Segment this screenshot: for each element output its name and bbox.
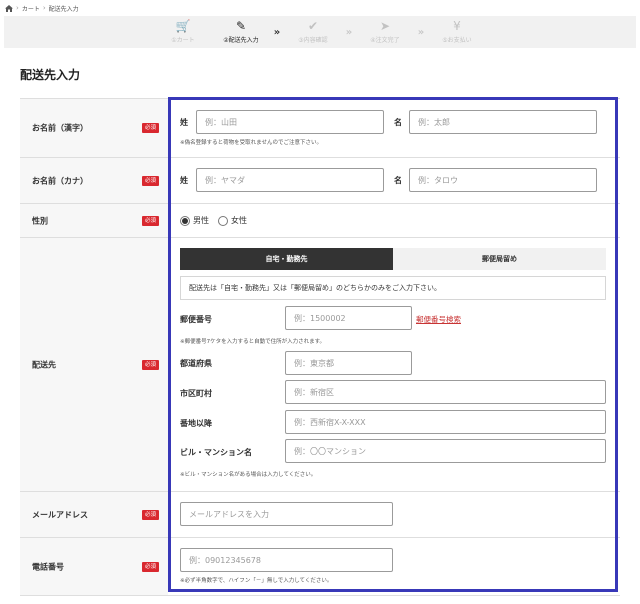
home-icon[interactable] (5, 4, 13, 12)
breadcrumb-current: 配送先入力 (48, 5, 79, 13)
prefecture-input[interactable]: 例：東京都 (285, 351, 412, 375)
radio-unchecked-icon[interactable] (218, 215, 228, 226)
chevron-right-icon: » (345, 26, 353, 38)
yen-icon: ¥ (453, 19, 461, 33)
shipping-form: お名前（漢字） 必須 姓 例：山田 名 例：太郎 ※偽名登録すると荷物を受取れま… (20, 98, 620, 604)
tab-home-work[interactable]: 自宅・勤務先 (180, 248, 393, 270)
step-address: ✎ ②配送先入力 (212, 19, 270, 45)
step-label: ④注文完了 (370, 37, 400, 44)
breadcrumb: › カート › 配送先入力 (0, 0, 640, 16)
zip-label: 郵便番号 (180, 315, 212, 324)
building-note: ※ビル・マンション名がある場合は入力してください。 (180, 472, 317, 478)
radio-label: 男性 (193, 216, 209, 225)
street-input[interactable]: 例：西新宿X-X-XXX (285, 410, 606, 434)
step-cart: 🛒 ①カート (154, 19, 212, 45)
chevron-right-icon: » (417, 26, 425, 38)
required-badge: 必須 (142, 359, 160, 370)
field-label: お名前（漢字） (32, 123, 88, 133)
zip-search-link[interactable]: 郵便番号検索 (416, 314, 461, 325)
row-phone: 電話番号 必須 例：09012345678 ※必ず半角数字で、ハイフン「－」無し… (20, 538, 620, 596)
email-input[interactable]: メールアドレスを入力 (180, 502, 393, 526)
row-header: 性別 必須 (20, 204, 168, 237)
phone-input[interactable]: 例：09012345678 (180, 548, 393, 572)
chevron-right-icon: » (273, 26, 281, 38)
pref-label: 都道府県 (180, 359, 212, 368)
row-header: 電話番号 必須 (20, 538, 168, 595)
step-label: ①カート (171, 37, 195, 44)
sei-kanji-input[interactable]: 例：山田 (196, 110, 384, 134)
address-type-tabs: 自宅・勤務先 郵便局留め (180, 248, 606, 270)
cart-icon: 🛒 (175, 19, 191, 33)
mei-kana-input[interactable]: 例：タロウ (409, 168, 597, 192)
mei-label: 名 (394, 118, 402, 127)
field-label: 性別 (32, 216, 48, 225)
sei-label: 姓 (180, 118, 188, 127)
row-header: メールアドレス 必須 (20, 492, 168, 537)
step-complete: ➤ ④注文完了 (356, 19, 414, 45)
building-label: ビル・マンション名 (180, 448, 252, 457)
gender-female-radio[interactable]: 女性 (218, 215, 247, 226)
check-icon: ✔ (307, 19, 319, 33)
radio-label: 女性 (231, 216, 247, 225)
tab-post-office[interactable]: 郵便局留め (393, 248, 606, 270)
required-badge: 必須 (142, 175, 160, 186)
field-label: 電話番号 (32, 562, 64, 571)
breadcrumb-cart-link[interactable]: カート (22, 4, 40, 13)
field-note: ※偽名登録すると荷物を受取れませんのでご注意下さい。 (180, 140, 322, 146)
phone-note: ※必ず半角数字で、ハイフン「－」無しで入力してください。 (180, 578, 333, 584)
row-address: 配送先 必須 自宅・勤務先 郵便局留め 配送先は「自宅・勤務先」又は「郵便局留め… (20, 238, 620, 492)
sei-kana-input[interactable]: 例：ヤマダ (196, 168, 384, 192)
field-label: メールアドレス (32, 510, 88, 519)
zip-input[interactable]: 例：1500002 (285, 306, 412, 330)
address-notice: 配送先は「自宅・勤務先」又は「郵便局留め」のどちらかのみをご入力下さい。 (180, 276, 606, 300)
breadcrumb-separator: › (16, 4, 19, 12)
step-payment: ¥ ⑤お支払い (428, 19, 486, 45)
checkout-steps: 🛒 ①カート ✎ ②配送先入力 » ✔ ③内容確認 » ➤ ④注文完了 » ¥ … (4, 16, 636, 48)
step-label: ②配送先入力 (223, 37, 259, 44)
required-badge: 必須 (142, 123, 160, 133)
gender-male-radio[interactable]: 男性 (180, 215, 209, 226)
breadcrumb-separator: › (42, 4, 46, 12)
row-body: 自宅・勤務先 郵便局留め 配送先は「自宅・勤務先」又は「郵便局留め」のどちらかの… (168, 238, 620, 491)
page-title: 配送先入力 (20, 68, 81, 82)
required-badge: 必須 (142, 509, 160, 520)
field-label: お名前（カナ） (32, 176, 88, 185)
required-badge: 必須 (142, 561, 160, 572)
row-body: メールアドレスを入力 (168, 492, 620, 537)
sei-label: 姓 (180, 176, 188, 185)
required-badge: 必須 (142, 215, 160, 226)
row-body: 男性 女性 (168, 204, 620, 237)
step-label: ⑤お支払い (442, 37, 472, 44)
row-body: 例：09012345678 ※必ず半角数字で、ハイフン「－」無しで入力してくださ… (168, 538, 620, 595)
street-label: 番地以降 (180, 419, 212, 428)
step-label: ③内容確認 (298, 37, 328, 44)
row-body: 姓 例：ヤマダ 名 例：タロウ (168, 158, 620, 203)
city-label: 市区町村 (180, 389, 212, 398)
row-header: お名前（漢字） 必須 (20, 99, 168, 157)
step-confirm: ✔ ③内容確認 (284, 19, 342, 45)
row-header: 配送先 必須 (20, 238, 168, 491)
mei-label: 名 (394, 176, 402, 185)
row-name-kana: お名前（カナ） 必須 姓 例：ヤマダ 名 例：タロウ (20, 158, 620, 204)
city-input[interactable]: 例：新宿区 (285, 380, 606, 404)
row-header: お名前（カナ） 必須 (20, 158, 168, 203)
row-gender: 性別 必須 男性 女性 (20, 204, 620, 238)
radio-checked-icon[interactable] (180, 215, 190, 226)
building-input[interactable]: 例：〇〇マンション (285, 439, 606, 463)
row-body: 姓 例：山田 名 例：太郎 ※偽名登録すると荷物を受取れませんのでご注意下さい。 (168, 99, 620, 157)
field-label: 配送先 (32, 360, 56, 369)
row-email: メールアドレス 必須 メールアドレスを入力 (20, 492, 620, 538)
send-icon: ➤ (379, 19, 391, 33)
mei-kanji-input[interactable]: 例：太郎 (409, 110, 597, 134)
edit-icon: ✎ (235, 19, 247, 33)
row-name-kanji: お名前（漢字） 必須 姓 例：山田 名 例：太郎 ※偽名登録すると荷物を受取れま… (20, 99, 620, 158)
zip-note: ※郵便番号7ケタを入力すると自動で住所が入力されます。 (180, 339, 326, 345)
